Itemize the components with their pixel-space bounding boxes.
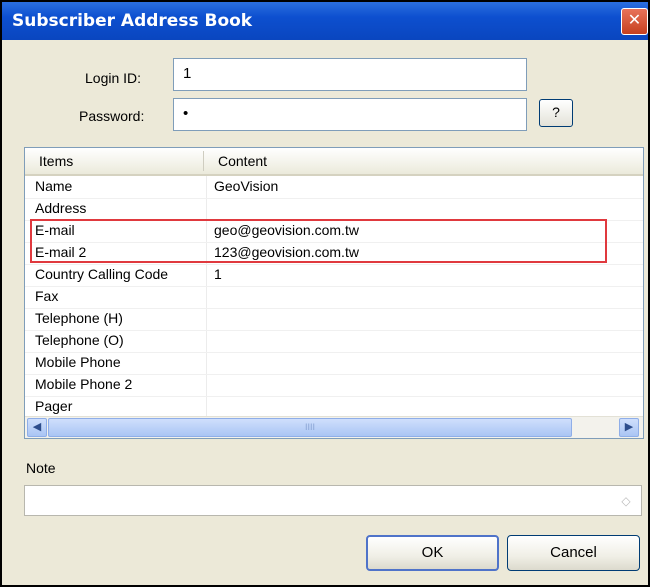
- login-id-input[interactable]: 1: [173, 58, 527, 91]
- row-content-name[interactable]: GeoVision: [214, 178, 278, 194]
- chevron-left-icon: ◀: [32, 421, 42, 433]
- horizontal-scrollbar[interactable]: ◀ IIII ▶: [25, 416, 643, 438]
- grid-row-name[interactable]: Name GeoVision: [25, 176, 643, 199]
- window-title: Subscriber Address Book: [12, 11, 253, 31]
- row-item-country-code: Country Calling Code: [35, 266, 169, 282]
- row-item-pager: Pager: [35, 398, 73, 414]
- ok-button[interactable]: OK: [366, 535, 499, 571]
- grid-row-fax[interactable]: Fax: [25, 286, 643, 309]
- grid-row-telephone-h[interactable]: Telephone (H): [25, 308, 643, 331]
- grid-row-mobile-phone[interactable]: Mobile Phone: [25, 352, 643, 375]
- cancel-button[interactable]: Cancel: [507, 535, 640, 571]
- note-label: Note: [26, 460, 56, 476]
- note-input[interactable]: ◇: [24, 485, 642, 516]
- row-content-country-code[interactable]: 1: [214, 266, 222, 282]
- grid-row-pager[interactable]: Pager: [25, 396, 643, 418]
- grid-row-country-code[interactable]: Country Calling Code 1: [25, 264, 643, 287]
- grip-icon: IIII: [304, 422, 315, 432]
- scroll-thumb[interactable]: IIII: [48, 418, 572, 437]
- grid-header: Items Content: [25, 148, 643, 176]
- address-grid: Items Content Name GeoVision Address E-m…: [24, 147, 644, 439]
- scroll-left-button[interactable]: ◀: [27, 418, 47, 437]
- close-button[interactable]: ✕: [621, 8, 648, 35]
- password-label: Password:: [79, 108, 145, 124]
- column-divider[interactable]: [203, 151, 204, 171]
- row-item-mobile-phone-2: Mobile Phone 2: [35, 376, 133, 392]
- grid-row-telephone-o[interactable]: Telephone (O): [25, 330, 643, 353]
- grid-row-mobile-phone-2[interactable]: Mobile Phone 2: [25, 374, 643, 397]
- column-header-content[interactable]: Content: [218, 153, 267, 169]
- password-input[interactable]: •: [173, 98, 527, 131]
- email-rows-highlight: [30, 219, 607, 263]
- row-item-mobile-phone: Mobile Phone: [35, 354, 121, 370]
- row-item-fax: Fax: [35, 288, 59, 304]
- address-book-dialog: Subscriber Address Book ✕ Login ID: 1 Pa…: [0, 0, 650, 587]
- grid-row-address[interactable]: Address: [25, 198, 643, 221]
- chevron-right-icon: ▶: [624, 421, 634, 433]
- help-button[interactable]: ?: [539, 99, 573, 127]
- close-icon: ✕: [627, 12, 642, 29]
- row-item-name: Name: [35, 178, 73, 194]
- scroll-right-button[interactable]: ▶: [619, 418, 639, 437]
- row-item-telephone-o: Telephone (O): [35, 332, 124, 348]
- row-item-address: Address: [35, 200, 87, 216]
- login-id-label: Login ID:: [85, 70, 142, 86]
- resize-grip-icon: ◇: [621, 494, 631, 508]
- row-item-telephone-h: Telephone (H): [35, 310, 123, 326]
- title-bar[interactable]: Subscriber Address Book ✕: [2, 2, 648, 40]
- column-header-items[interactable]: Items: [39, 153, 73, 169]
